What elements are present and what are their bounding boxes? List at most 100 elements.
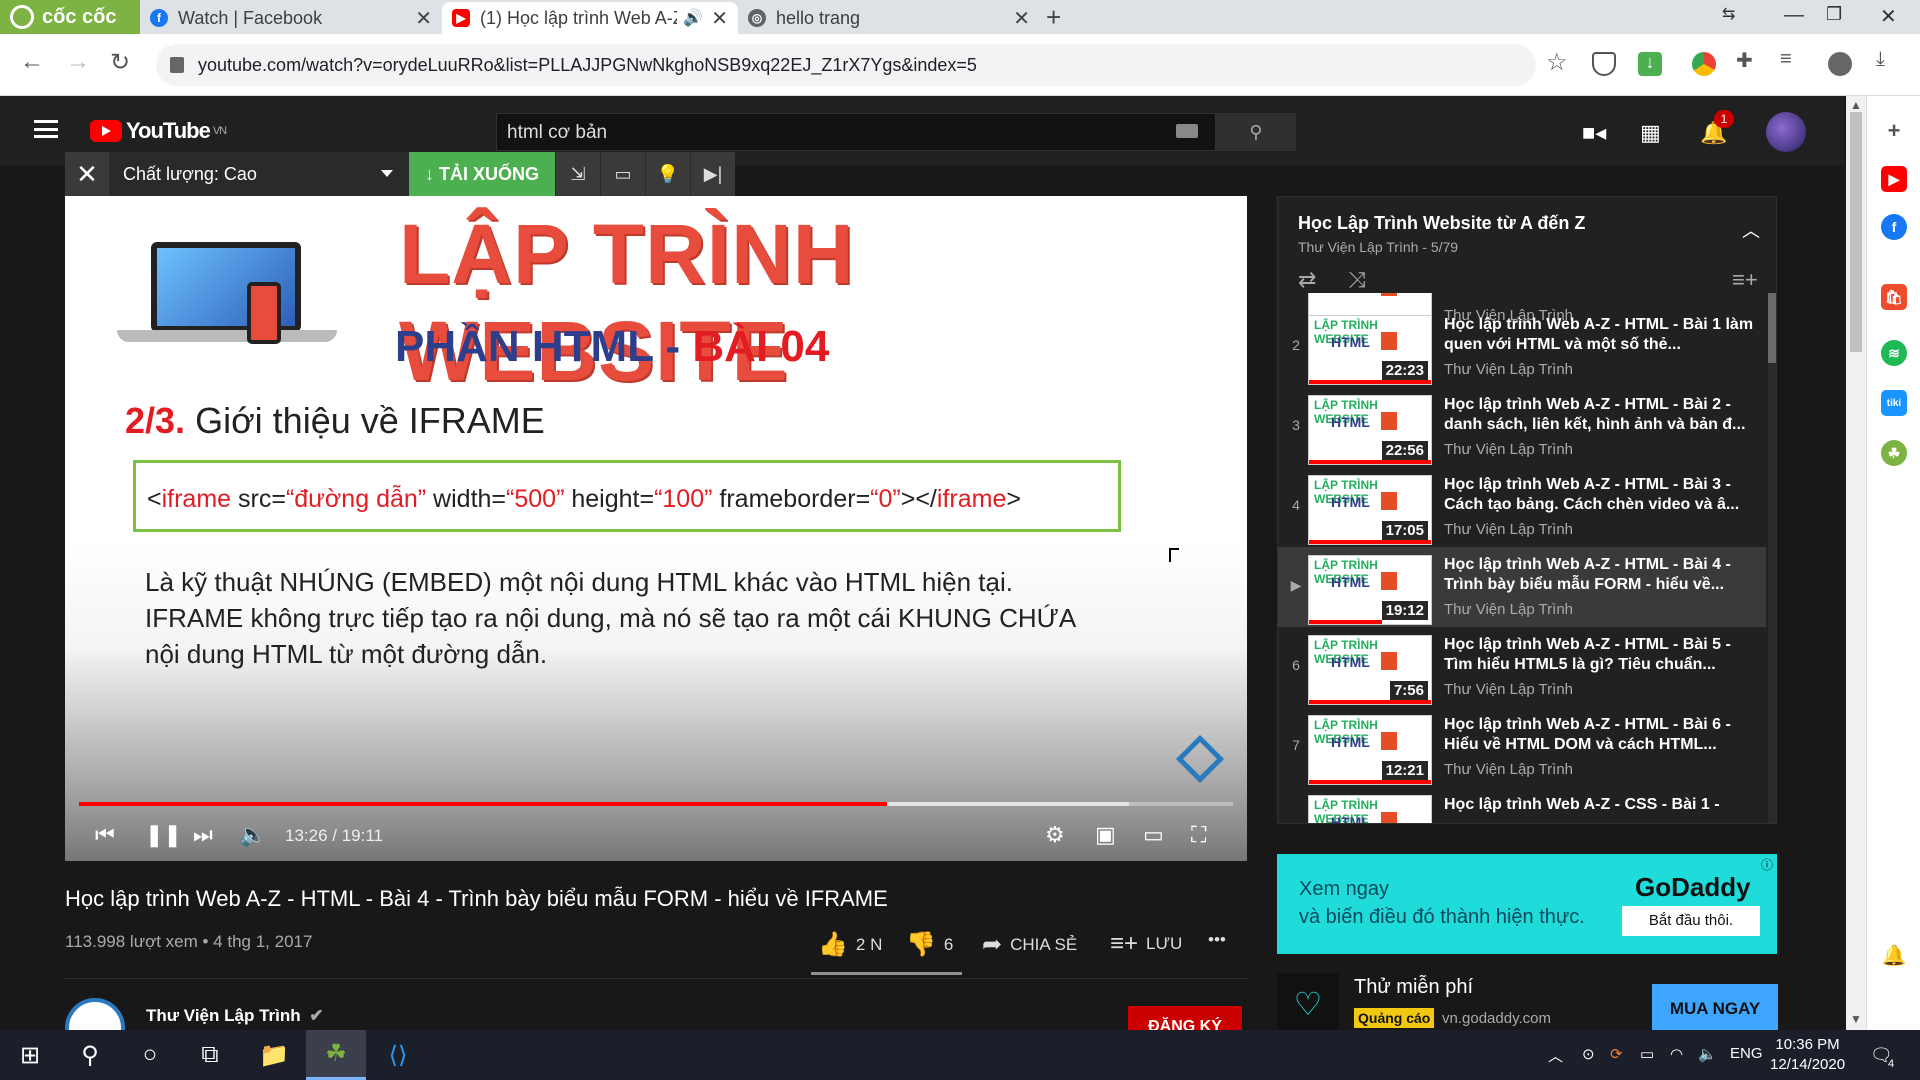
- tab-hello-trang[interactable]: ◎ hello trang ✕: [738, 2, 1040, 34]
- tray-chevron-icon[interactable]: ︿: [1548, 1045, 1563, 1066]
- pause-icon[interactable]: ❚❚: [145, 822, 182, 848]
- battery-icon[interactable]: ▭: [1640, 1045, 1654, 1063]
- vscode-icon[interactable]: ⟨⟩: [368, 1030, 428, 1080]
- youtube-logo[interactable]: YouTube VN: [90, 118, 227, 144]
- previous-icon[interactable]: ⏮: [95, 822, 115, 848]
- more-actions-icon[interactable]: •••: [1208, 930, 1226, 950]
- account-avatar[interactable]: [1766, 112, 1806, 152]
- add-icon[interactable]: +: [1881, 118, 1907, 144]
- playlist-item-thumbnail[interactable]: LẬP TRÌNH WEBSITE HTML 22:56: [1308, 395, 1432, 465]
- shopee-icon[interactable]: 🛍: [1881, 284, 1907, 310]
- dislike-button[interactable]: 👎 6: [906, 930, 953, 959]
- ad-card-title[interactable]: Thử miễn phí: [1354, 976, 1473, 999]
- ad-cta-button[interactable]: Bắt đầu thôi.: [1622, 906, 1760, 936]
- playlist-item-thumbnail[interactable]: LẬP TRÌNH WEBSITE HTML 19:12: [1308, 555, 1432, 625]
- close-icon[interactable]: ✕: [1013, 6, 1030, 31]
- page-scrollbar[interactable]: ▲ ▼: [1846, 96, 1866, 1030]
- minimize-icon[interactable]: —: [1784, 4, 1804, 27]
- download-extension-icon[interactable]: ↓: [1638, 52, 1662, 76]
- scroll-down-icon[interactable]: ▼: [1850, 1012, 1862, 1026]
- miniplayer-icon[interactable]: ▣: [1095, 822, 1116, 848]
- menu-icon[interactable]: [34, 120, 58, 138]
- tab-facebook[interactable]: f Watch | Facebook ✕: [140, 2, 442, 34]
- playlist-item[interactable]: 7 LẬP TRÌNH WEBSITE HTML 12:21 Học lập trình…: [1278, 707, 1766, 787]
- apps-grid-icon[interactable]: ▦: [1640, 120, 1661, 146]
- reload-icon[interactable]: ↻: [110, 48, 130, 77]
- profile-icon[interactable]: [1828, 52, 1852, 76]
- tray-app-icon[interactable]: ⊙: [1582, 1045, 1595, 1063]
- playlist-item-thumbnail[interactable]: LẬP TRÌNH WEBSITE HTML 17:05: [1308, 475, 1432, 545]
- close-downloader-icon[interactable]: ✕: [65, 152, 109, 196]
- playlist-title[interactable]: Học Lập Trình Website từ A đến Z: [1298, 213, 1585, 234]
- collapse-chevron-icon[interactable]: ︿: [1742, 217, 1760, 243]
- like-button[interactable]: 👍 2 N: [818, 930, 882, 959]
- shuffle-icon[interactable]: ⤨: [1348, 267, 1366, 293]
- playlist-item-thumbnail[interactable]: LẬP TRÌNH WEBSITE HTML 12:21: [1308, 715, 1432, 785]
- file-explorer-icon[interactable]: 📁: [244, 1030, 304, 1080]
- fullscreen-icon[interactable]: ⛶: [1191, 822, 1206, 848]
- task-view-icon[interactable]: ⧉: [180, 1030, 240, 1080]
- quality-select[interactable]: Chất lượng: Cao: [109, 152, 409, 196]
- channel-name[interactable]: Thư Viện Lập Trình ✔: [146, 1006, 324, 1026]
- close-icon[interactable]: ✕: [415, 6, 432, 31]
- keyboard-icon[interactable]: [1176, 124, 1198, 138]
- media-queue-icon[interactable]: ≡: [1780, 48, 1792, 71]
- downloads-icon[interactable]: ⤓: [1876, 48, 1885, 71]
- tab-youtube[interactable]: ▶ (1) Học lập trình Web A-Z 🔊 ✕: [442, 2, 738, 34]
- close-window-icon[interactable]: ✕: [1880, 4, 1897, 29]
- coccoc-extension-icon[interactable]: [1692, 52, 1716, 76]
- volume-icon[interactable]: 🔈: [1698, 1045, 1717, 1063]
- loop-icon[interactable]: ⇄: [1298, 267, 1316, 293]
- language-indicator[interactable]: ENG: [1730, 1045, 1763, 1062]
- bookmark-star-icon[interactable]: ☆: [1546, 48, 1568, 77]
- save-button[interactable]: ≡+ LƯU: [1110, 930, 1182, 958]
- tray-sync-icon[interactable]: ⟳: [1610, 1045, 1623, 1063]
- settings-gear-icon[interactable]: ⚙: [1045, 822, 1065, 848]
- scroll-up-icon[interactable]: ▲: [1850, 98, 1862, 112]
- playlist-item[interactable]: 4 LẬP TRÌNH WEBSITE HTML 17:05 Học lập trình…: [1278, 467, 1766, 547]
- forward-icon[interactable]: →: [66, 48, 90, 76]
- download-button[interactable]: ↓ TẢI XUỐNG: [409, 152, 555, 196]
- lightbulb-icon[interactable]: 💡: [645, 152, 690, 196]
- playlist-item-thumbnail[interactable]: LẬP TRÌNH WEBSITE HTML 22:23: [1308, 315, 1432, 385]
- tiki-icon[interactable]: tiki: [1881, 390, 1907, 416]
- pip-icon[interactable]: ▭: [600, 152, 645, 196]
- search-button[interactable]: ⚲: [1216, 113, 1296, 151]
- share-button[interactable]: ➦ CHIA SẺ: [982, 930, 1077, 959]
- create-video-icon[interactable]: ■◂: [1582, 120, 1606, 146]
- playlist-item[interactable]: 2 LẬP TRÌNH WEBSITE HTML 22:23 Học lập trình…: [1278, 307, 1766, 387]
- volume-icon[interactable]: 🔈: [239, 822, 266, 848]
- coccoc-taskbar-icon[interactable]: ☘: [306, 1030, 366, 1080]
- playlist-item[interactable]: 3 LẬP TRÌNH WEBSITE HTML 22:56 Học lập trình…: [1278, 387, 1766, 467]
- subscribe-button[interactable]: ĐĂNG KÝ: [1128, 1006, 1242, 1030]
- address-bar[interactable]: youtube.com/watch?v=orydeLuuRRo&list=PLL…: [156, 44, 1536, 86]
- windows-start-icon[interactable]: ⊞: [0, 1030, 60, 1080]
- extensions-puzzle-icon[interactable]: ✚: [1736, 48, 1753, 73]
- playlist-add-icon[interactable]: ≡+: [1732, 267, 1758, 293]
- scrollbar-thumb[interactable]: [1850, 112, 1862, 352]
- progress-bar[interactable]: [79, 802, 1233, 806]
- facebook-icon[interactable]: f: [1881, 214, 1907, 240]
- wifi-icon[interactable]: ◠: [1670, 1045, 1683, 1063]
- playlist-scrollbar[interactable]: [1768, 293, 1776, 823]
- theater-mode-icon[interactable]: ▭: [1143, 822, 1164, 848]
- video-player[interactable]: LẬP TRÌNH WEBSITE PHẦN HTML - BÀI 04 2/3…: [65, 196, 1247, 861]
- cortana-icon[interactable]: ○: [120, 1030, 180, 1080]
- system-clock[interactable]: 10:36 PM 12/14/2020: [1770, 1035, 1845, 1075]
- godaddy-banner-ad[interactable]: Xem ngay và biến điều đó thành hiện thực…: [1277, 854, 1777, 954]
- sidebar-bell-icon[interactable]: 🔔: [1881, 942, 1907, 968]
- scrollbar-thumb[interactable]: [1768, 293, 1776, 363]
- playlist-item-thumbnail[interactable]: LẬP TRÌNH WEBSITEHTML: [1308, 795, 1432, 823]
- back-icon[interactable]: ←: [20, 48, 44, 76]
- playlist-item[interactable]: 6 LẬP TRÌNH WEBSITE HTML 7:56 Học lập trình …: [1278, 627, 1766, 707]
- youtube-icon[interactable]: ▶: [1881, 166, 1907, 192]
- playlist-item[interactable]: LẬP TRÌNH WEBSITE HTML Học lập trình Web A…: [1278, 787, 1766, 823]
- ad-info-icon[interactable]: ⓘ: [1761, 856, 1773, 873]
- new-tab-icon[interactable]: +: [1046, 2, 1061, 33]
- coccoc-icon[interactable]: ☘: [1881, 440, 1907, 466]
- playlist-item[interactable]: ▶ LẬP TRÌNH WEBSITE HTML 19:12 Học lập trình…: [1278, 547, 1766, 627]
- buy-now-button[interactable]: MUA NGAY: [1652, 984, 1778, 1030]
- spotify-icon[interactable]: ≋: [1881, 340, 1907, 366]
- speaker-icon[interactable]: 🔊: [683, 8, 703, 28]
- coccoc-logo[interactable]: cốc cốc: [0, 0, 140, 34]
